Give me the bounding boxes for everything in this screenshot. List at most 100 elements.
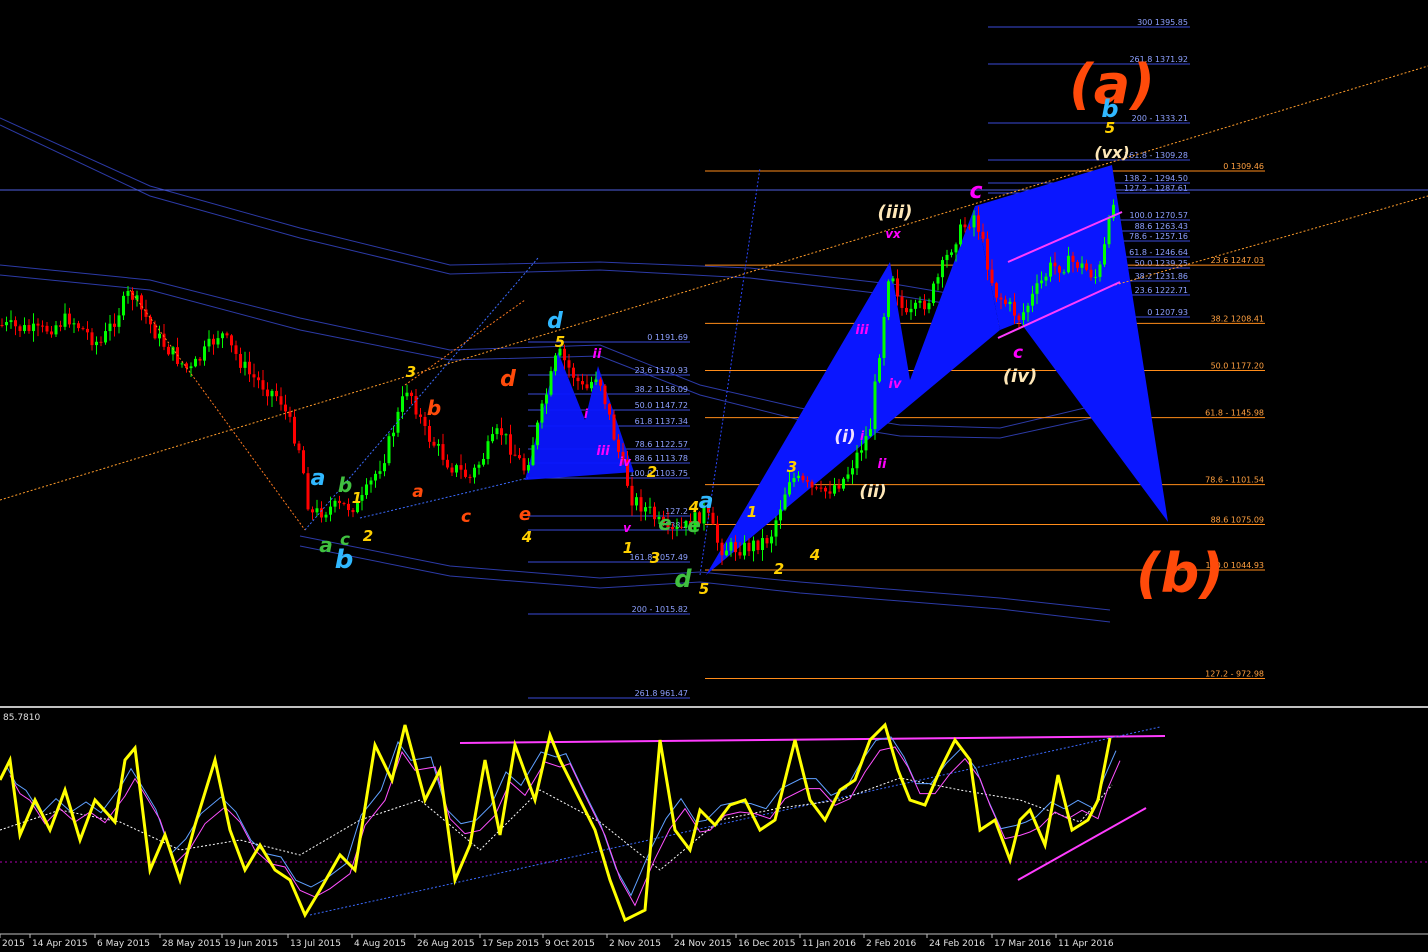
candle-body [239,353,242,368]
time-axis-label: 2 Nov 2015 [609,939,661,949]
candle-body [275,390,278,397]
wave-label-number: 3 [406,363,416,381]
candle-body [630,485,634,506]
candle-body [959,224,962,245]
wave-label-big: (b) [1136,542,1224,605]
candle-body [977,215,980,232]
candle-body [599,379,602,386]
candle-body [455,465,458,473]
time-axis-label: 16 Dec 2015 [738,939,796,949]
candle-body [639,497,643,512]
candle-body [495,428,499,435]
candle-body [225,333,229,336]
wave-label-letter: e [658,511,672,535]
candle-body [995,283,998,298]
candle-body [432,441,436,446]
candle-body [734,542,737,553]
candle-body [1076,262,1079,268]
candle-body [770,536,773,544]
candle-body [0,325,4,326]
candle-body [180,363,184,365]
candle-body [581,381,584,385]
candle-body [293,416,296,444]
candle-body [828,491,832,494]
candle-body [1058,266,1061,273]
candle-body [522,458,526,471]
fib-blue-right-label: 88.6 1263.43 [1135,222,1188,231]
wave-label-letter: d [674,565,692,593]
wave-label-roman: (vx) [1094,143,1129,162]
fib-blue-right-label: 0 1207.93 [1147,308,1188,317]
candle-body [131,290,134,300]
candle-body [99,341,103,343]
candle-body [990,269,994,284]
fib-blue-right-label: 38.2 1231.86 [1135,272,1188,281]
wave-label-number: 4 [688,498,699,516]
candle-body [540,403,544,423]
candle-body [459,465,463,470]
candle-body [374,473,377,481]
panel-separator [0,706,1428,708]
time-axis-label: 2015 [2,939,25,949]
fib-orange-label: 23.6 1247.03 [1211,256,1264,265]
candle-body [873,381,877,430]
candle-body [891,278,895,282]
candle-body [909,308,913,313]
candle-body [338,500,341,504]
candle-body [504,434,508,436]
fib-blue-left-label: 200 - 1015.82 [632,605,688,614]
candle-body [405,392,409,397]
candle-body [351,510,355,513]
wave-label-roman: ii [593,347,602,362]
candle-body [392,432,395,437]
candle-body [108,323,112,332]
candle-body [725,550,728,556]
candle-body [252,374,256,378]
candle-body [243,361,247,368]
candle-body [833,485,836,494]
candle-body [203,346,206,361]
wave-label-roman: iv [619,455,632,469]
candle-body [878,357,881,382]
wave-label-roman: (ii) [859,482,886,502]
candle-body [1017,315,1021,321]
candle-body [428,425,431,442]
candle-body [302,450,305,474]
fib-blue-right-label: 300 1395.85 [1137,18,1188,27]
candle-body [473,467,476,478]
candle-body [918,300,922,303]
candle-body [437,444,440,446]
candle-body [900,296,904,308]
wave-label-number: 3 [787,458,797,476]
candle-body [315,508,319,513]
wave-label-number: 4 [809,546,820,564]
candle-body [86,328,89,333]
candle-body [752,540,755,552]
candle-body [1040,280,1043,284]
candle-body [1049,262,1052,277]
wave-label-letter: c [1013,343,1023,363]
fib-blue-right-label: 138.2 - 1294.50 [1124,174,1188,183]
time-axis-label: 17 Sep 2015 [482,939,539,949]
time-axis-label: 24 Feb 2016 [929,939,985,949]
candle-body [158,333,161,339]
candle-body [441,444,445,460]
time-axis-label: 26 Aug 2015 [417,939,475,949]
candle-body [126,290,130,296]
wave-label-number: 2 [774,560,784,578]
candle-body [1107,218,1111,245]
wave-label-letter: e [687,513,701,537]
candle-body [486,441,490,459]
candle-body [999,297,1003,300]
candle-body [270,390,274,397]
candle-body [855,452,859,469]
candle-body [711,512,715,524]
candle-body [986,238,989,270]
candle-body [1062,272,1066,274]
candle-body [824,487,827,492]
candle-body [527,465,530,471]
candle-body [90,332,94,346]
candle-body [792,478,796,483]
candle-body [266,389,269,397]
candle-body [189,366,193,369]
